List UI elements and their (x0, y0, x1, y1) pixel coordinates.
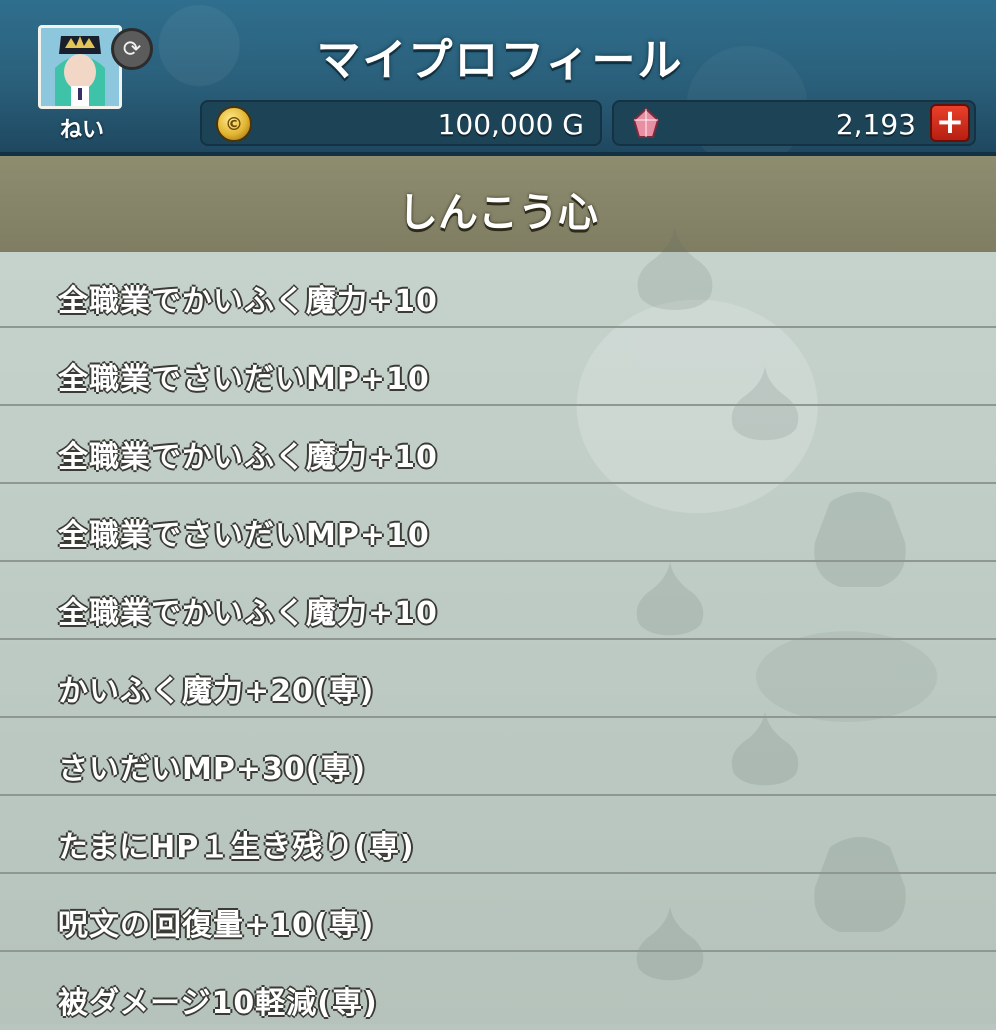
top-header: ⟳ ねい マイプロフィール © 100,000 G 2,193 + (0, 0, 996, 156)
list-item-label: 全職業でかいふく魔力+10 (58, 440, 438, 475)
gold-counter: © 100,000 G (200, 100, 602, 146)
list-item-label: かいふく魔力+20(専) (58, 674, 375, 709)
gem-value: 2,193 (835, 108, 916, 141)
section-title: しんこう心 (398, 190, 598, 236)
gem-counter: 2,193 + (612, 100, 976, 146)
list-item-label: さいだいMP+30(専) (58, 752, 367, 787)
list-item-label: 全職業でさいだいMP+10 (58, 362, 430, 397)
list-item: 呪文の回復量+10(専) (0, 876, 996, 952)
section-header: しんこう心 (0, 156, 996, 252)
list-item: たまにHP１生き残り(専) (0, 798, 996, 874)
player-name: ねい (59, 118, 104, 143)
list-item: 全職業でさいだいMP+10 (0, 486, 996, 562)
swap-icon[interactable]: ⟳ (111, 28, 153, 70)
gold-coin-icon: © (216, 106, 252, 142)
list-item: かいふく魔力+20(専) (0, 642, 996, 718)
gold-value: 100,000 G (437, 108, 584, 141)
list-item-label: 呪文の回復量+10(専) (58, 908, 375, 943)
avatar[interactable] (38, 25, 122, 109)
list-item: 全職業でさいだいMP+10 (0, 330, 996, 406)
list-item-label: 全職業でかいふく魔力+10 (58, 596, 438, 631)
list-item-label: 被ダメージ10軽減(専) (58, 986, 378, 1021)
add-gems-button[interactable]: + (930, 104, 970, 142)
list-item-label: 全職業でかいふく魔力+10 (58, 284, 438, 319)
list-item: 全職業でかいふく魔力+10 (0, 408, 996, 484)
bonus-list[interactable]: 全職業でかいふく魔力+10 全職業でさいだいMP+10 全職業でかいふく魔力+1… (0, 227, 996, 1024)
list-item: 被ダメージ10軽減(専) (0, 954, 996, 1030)
character-portrait-icon (41, 28, 119, 106)
gem-icon (632, 107, 660, 138)
list-item-label: たまにHP１生き残り(専) (58, 830, 415, 865)
list-item-label: 全職業でさいだいMP+10 (58, 518, 430, 553)
list-item: さいだいMP+30(専) (0, 720, 996, 796)
list-item: 全職業でかいふく魔力+10 (0, 252, 996, 328)
list-item: 全職業でかいふく魔力+10 (0, 564, 996, 640)
page-title: マイプロフィール (316, 35, 684, 86)
